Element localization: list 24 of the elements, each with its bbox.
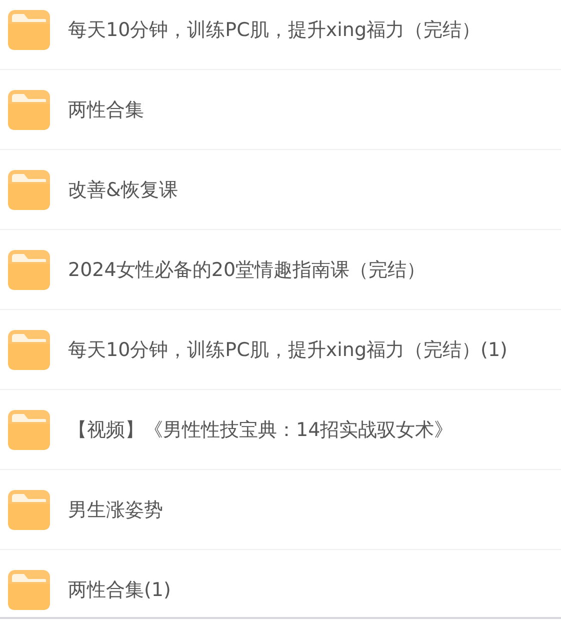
folder-icon bbox=[8, 10, 50, 50]
folder-row[interactable]: 男生涨姿势 bbox=[0, 470, 561, 550]
folder-name: 改善&恢复课 bbox=[68, 178, 178, 202]
folder-row[interactable]: 两性合集 bbox=[0, 70, 561, 150]
folder-row[interactable]: 每天10分钟，训练PC肌，提升xing福力（完结）(1) bbox=[0, 310, 561, 390]
folder-row[interactable]: 两性合集(1) bbox=[0, 550, 561, 617]
folder-icon bbox=[8, 330, 50, 370]
folder-icon bbox=[8, 410, 50, 450]
folder-row[interactable]: 2024女性必备的20堂情趣指南课（完结） bbox=[0, 230, 561, 310]
folder-name: 每天10分钟，训练PC肌，提升xing福力（完结） bbox=[68, 18, 481, 42]
folder-row[interactable]: 每天10分钟，训练PC肌，提升xing福力（完结） bbox=[0, 0, 561, 70]
folder-icon bbox=[8, 570, 50, 610]
folder-name: 两性合集 bbox=[68, 98, 144, 122]
folder-row[interactable]: 改善&恢复课 bbox=[0, 150, 561, 230]
folder-name: 每天10分钟，训练PC肌，提升xing福力（完结）(1) bbox=[68, 338, 508, 362]
folder-name: 2024女性必备的20堂情趣指南课（完结） bbox=[68, 258, 426, 282]
folder-row[interactable]: 【视频】《男性性技宝典：14招实战驭女术》 bbox=[0, 390, 561, 470]
folder-name: 男生涨姿势 bbox=[68, 498, 163, 522]
folder-name: 两性合集(1) bbox=[68, 578, 171, 602]
folder-name: 【视频】《男性性技宝典：14招实战驭女术》 bbox=[68, 418, 454, 442]
folder-icon bbox=[8, 490, 50, 530]
folder-icon bbox=[8, 90, 50, 130]
folder-icon bbox=[8, 250, 50, 290]
folder-icon bbox=[8, 170, 50, 210]
